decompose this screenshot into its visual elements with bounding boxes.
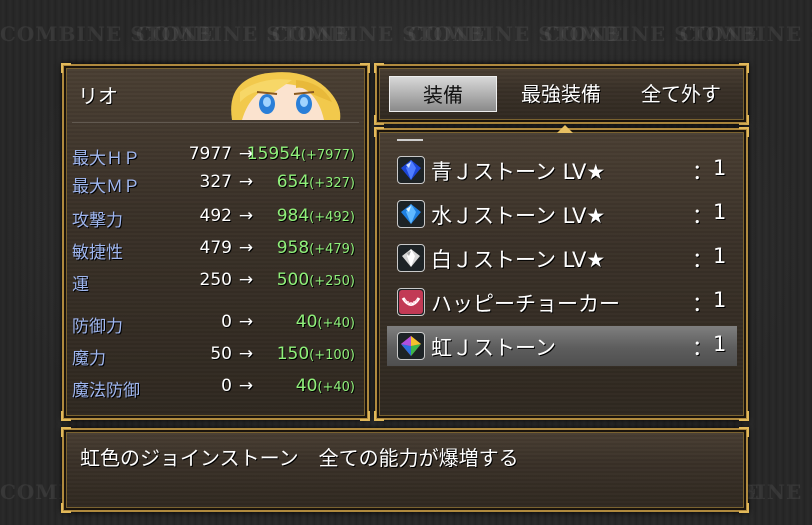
stat-bonus: (+7977) [300,148,355,163]
item-row[interactable]: ハッピーチョーカー ： 1 [387,282,737,322]
stat-row: 運 250 → 500(+250) [72,270,359,295]
stat-row: 敏捷性 479 → 958(+479) [72,238,359,263]
stat-label: 防御力 [72,317,123,337]
item-row[interactable]: 水Ｊストーン LV★ ： 1 [387,194,737,234]
item-colon: ： [692,160,713,184]
choker-icon [397,288,425,316]
item-name: 水Ｊストーン LV★ [431,204,606,228]
stat-current-value: 492 [199,206,232,226]
arrow-icon: → [238,238,254,258]
stat-row: 魔力 50 → 150(+100) [72,344,359,369]
arrow-icon: → [238,376,254,396]
item-quantity: 1 [713,200,727,224]
stat-new-value: 958(+479) [276,238,355,258]
stat-current-value: 50 [210,344,232,364]
blue-gem-icon [397,156,425,184]
stat-row: 魔法防御 0 → 40(+40) [72,376,359,401]
item-colon: ： [692,292,713,316]
rainbow-gem-icon [397,332,425,360]
status-divider [72,122,359,123]
item-list-panel: 青Ｊストーン LV★： 1 水Ｊストーン LV★： 1 白Ｊストーン LV★： 1 ハッピー… [374,125,749,421]
item-name: 虹Ｊストーン [431,336,556,360]
stat-bonus: (+479) [309,242,355,257]
white-gem-icon [397,244,425,272]
stat-label: 最大ＨＰ [72,149,140,169]
stat-new-value: 654(+327) [276,172,355,192]
stat-row: 最大ＨＰ 7977 → 15954(+7977) [72,144,359,169]
watermark-row-top: COMBINE STONECOMBINE STONECOMBINE STONEC… [0,22,812,46]
stat-bonus: (+492) [309,210,355,225]
arrow-icon: → [238,172,254,192]
item-colon: ： [692,248,713,272]
water-gem-icon [397,200,425,228]
stat-current-value: 7977 [188,144,232,164]
stat-new-value: 500(+250) [276,270,355,290]
stat-bonus: (+40) [317,380,355,395]
stat-label: 魔法防御 [72,381,140,401]
item-row[interactable]: 青Ｊストーン LV★ ： 1 [387,150,737,190]
stat-current-value: 250 [199,270,232,290]
scroll-up-arrow-icon[interactable] [557,125,573,133]
stat-label: 敏捷性 [72,243,123,263]
stat-label: 運 [72,275,89,295]
stat-label: 魔力 [72,349,106,369]
description-panel: 虹色のジョインストーン 全ての能力が爆増する [61,427,749,513]
arrow-icon: → [238,270,254,290]
item-name: ハッピーチョーカー [431,292,620,316]
stat-new-value: 40(+40) [295,376,355,396]
item-row[interactable]: 白Ｊストーン LV★ ： 1 [387,238,737,278]
item-row[interactable]: 虹Ｊストーン ： 1 [387,326,737,366]
status-panel: リオ 最大ＨＰ 7977 → 15954(+7977) 最大ＭＰ 327 → 654(+327… [61,63,370,421]
stat-current-value: 0 [221,312,232,332]
stat-bonus: (+327) [309,176,355,191]
arrow-icon: → [238,312,254,332]
item-quantity: 1 [713,288,727,312]
equip-command[interactable]: 装備 [389,76,497,112]
stat-bonus: (+40) [317,316,355,331]
remove-all-command[interactable]: 全て外す [625,76,737,112]
item-quantity: 1 [713,244,727,268]
item-name: 白Ｊストーン LV★ [431,248,606,272]
stat-current-value: 0 [221,376,232,396]
item-colon: ： [692,204,713,228]
stat-new-value: 40(+40) [295,312,355,332]
stat-new-value: 150(+100) [276,344,355,364]
list-top-indicator [397,139,423,141]
stat-label: 攻撃力 [72,211,123,231]
item-quantity: 1 [713,332,727,356]
optimize-command[interactable]: 最強装備 [505,76,617,112]
stat-new-value: 984(+492) [276,206,355,226]
stat-bonus: (+100) [309,348,355,363]
item-name: 青Ｊストーン LV★ [431,160,606,184]
character-portrait [212,72,347,120]
arrow-icon: → [238,206,254,226]
item-colon: ： [692,336,713,360]
arrow-icon: → [238,344,254,364]
item-description: 虹色のジョインストーン 全ての能力が爆増する [80,446,519,470]
stat-new-value: 15954(+7977) [246,144,355,164]
stat-row: 最大ＭＰ 327 → 654(+327) [72,172,359,197]
stat-row: 防御力 0 → 40(+40) [72,312,359,337]
command-panel: 装備 最強装備 全て外す [374,63,749,125]
stat-label: 最大ＭＰ [72,177,140,197]
stat-current-value: 327 [199,172,232,192]
item-quantity: 1 [713,156,727,180]
stat-current-value: 479 [199,238,232,258]
character-name: リオ [78,84,118,108]
stat-row: 攻撃力 492 → 984(+492) [72,206,359,231]
stat-bonus: (+250) [309,274,355,289]
